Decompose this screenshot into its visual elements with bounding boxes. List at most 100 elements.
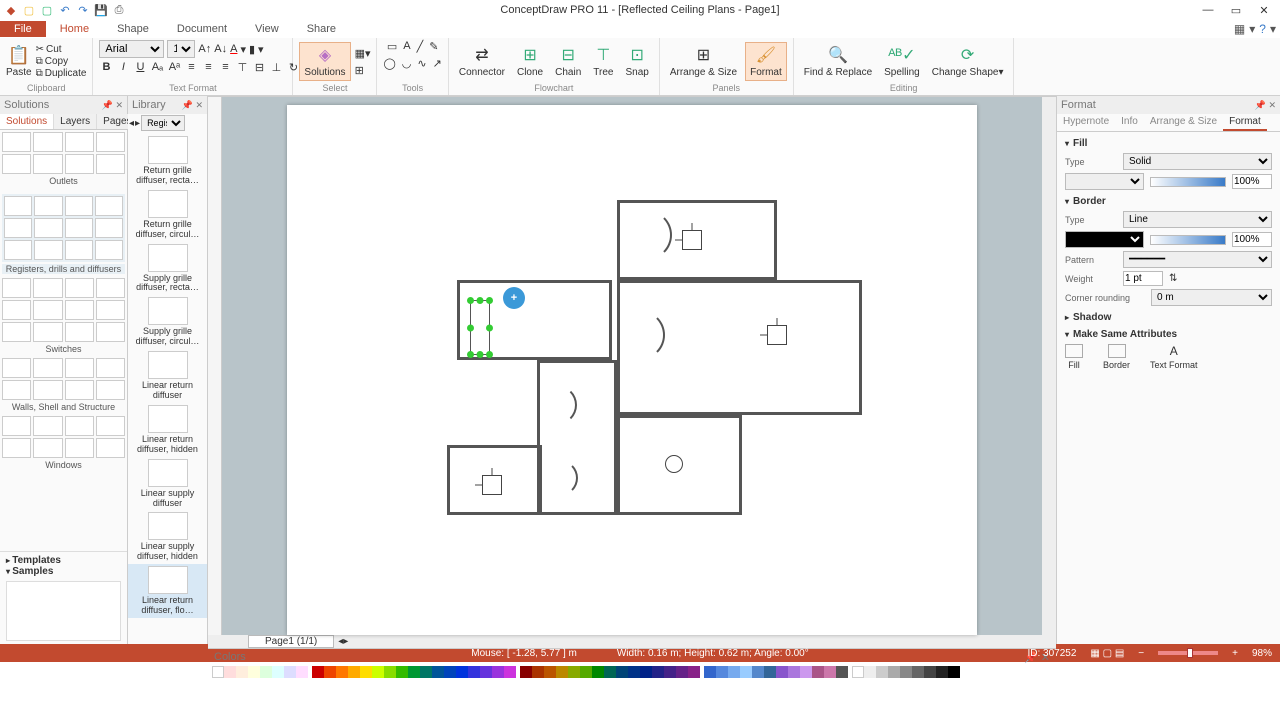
font-inc-icon[interactable]: A↑ (198, 43, 211, 55)
paste-button[interactable]: Paste (6, 67, 32, 78)
status-view-icons[interactable]: ▦ ▢ ▤ (1090, 648, 1124, 659)
arrange-size-button[interactable]: ⊞Arrange & Size (666, 43, 741, 80)
fmt-tab-format[interactable]: Format (1223, 114, 1267, 131)
drawing-page[interactable]: + (287, 105, 977, 635)
qat-new-icon[interactable]: ▢ (22, 3, 36, 17)
fill-color-select[interactable] (1065, 173, 1144, 190)
change-shape-button[interactable]: ⟳Change Shape▾ (928, 43, 1008, 80)
msa-text-button[interactable]: AText Format (1150, 344, 1198, 370)
highlight-icon[interactable]: ▮ (249, 43, 255, 56)
fill-opacity-slider[interactable] (1150, 177, 1227, 187)
connector-button[interactable]: ⇄Connector (455, 43, 509, 80)
tree-button[interactable]: ⊤Tree (589, 43, 617, 80)
diffuser-1[interactable] (682, 230, 702, 250)
lib-item-2[interactable]: Supply grille diffuser, recta… (128, 242, 207, 296)
copy-button[interactable]: ⧉Copy (36, 56, 87, 67)
solutions-tab-solutions[interactable]: Solutions (0, 114, 54, 129)
sample-thumb[interactable] (6, 581, 121, 641)
color-swatches[interactable] (208, 666, 1056, 678)
lib-item-0[interactable]: Return grille diffuser, recta… (128, 134, 207, 188)
underline-button[interactable]: U (133, 61, 147, 74)
select-menu-icon[interactable]: ▦▾ (355, 47, 371, 60)
tab-document[interactable]: Document (163, 21, 241, 37)
find-replace-button[interactable]: 🔍Find & Replace (800, 43, 876, 80)
shadow-section-header[interactable]: Shadow (1065, 312, 1272, 323)
italic-button[interactable]: I (116, 61, 130, 74)
msa-section-header[interactable]: Make Same Attributes (1065, 329, 1272, 340)
format-pin-icon[interactable]: 📌 ✕ (1255, 100, 1276, 111)
zoom-in-icon[interactable]: + (1232, 648, 1238, 659)
tab-view[interactable]: View (241, 21, 293, 37)
solutions-button[interactable]: ◈ Solutions (299, 42, 350, 81)
library-combo[interactable]: Regist… (141, 115, 185, 131)
help-icon[interactable]: ? (1259, 22, 1266, 36)
border-section-header[interactable]: Border (1065, 196, 1272, 207)
duplicate-button[interactable]: ⧉Duplicate (36, 68, 87, 79)
font-size-select[interactable]: 10 (167, 40, 195, 58)
font-name-select[interactable]: Arial (99, 40, 164, 58)
tab-home[interactable]: Home (46, 21, 103, 37)
solutions-templates[interactable]: Templates (6, 555, 121, 566)
msa-fill-button[interactable]: Fill (1065, 344, 1083, 370)
border-type-select[interactable]: Line (1123, 211, 1272, 228)
fill-opacity-input[interactable] (1232, 174, 1272, 189)
pin-icon[interactable]: 📌 ✕ (102, 100, 123, 111)
solutions-samples[interactable]: Samples (6, 566, 121, 577)
layout-icon[interactable]: ▦ (1234, 22, 1245, 36)
border-pattern-select[interactable]: ━━━━━━ (1123, 251, 1272, 268)
align-top-icon[interactable]: ⊤ (235, 61, 249, 74)
lib-item-1[interactable]: Return grille diffuser, circul… (128, 188, 207, 242)
pen-tool-icon[interactable]: ✎ (429, 40, 438, 53)
align-mid-icon[interactable]: ⊟ (252, 61, 266, 74)
weight-stepper-icon[interactable]: ⇅ (1169, 273, 1177, 284)
tab-share[interactable]: Share (293, 21, 350, 37)
stencil-grid-registers[interactable] (2, 194, 125, 262)
diffuser-2[interactable] (767, 325, 787, 345)
window-close-icon[interactable]: ✕ (1256, 4, 1272, 17)
page-nav-next-icon[interactable]: ▸ (343, 636, 348, 647)
qat-redo-icon[interactable]: ↷ (76, 3, 90, 17)
lib-prev-icon[interactable]: ◂ (129, 118, 134, 129)
msa-border-button[interactable]: Border (1103, 344, 1130, 370)
font-dec-icon[interactable]: A↓ (214, 43, 227, 55)
page-tab-1[interactable]: Page1 (1/1) (248, 635, 334, 648)
zoom-out-icon[interactable]: − (1138, 648, 1144, 659)
clone-button[interactable]: ⊞Clone (513, 43, 547, 80)
rect-tool-icon[interactable]: ▭ (387, 40, 397, 53)
tab-shape[interactable]: Shape (103, 21, 163, 37)
snap-button[interactable]: ⊡Snap (621, 43, 652, 80)
text-tool-icon[interactable]: A (403, 40, 410, 53)
border-opacity-input[interactable] (1232, 232, 1272, 247)
fill-type-select[interactable]: Solid (1123, 153, 1272, 170)
align-right-icon[interactable]: ≡ (218, 61, 232, 74)
border-weight-input[interactable] (1123, 271, 1163, 286)
border-corner-select[interactable]: 0 m (1151, 289, 1272, 306)
qat-undo-icon[interactable]: ↶ (58, 3, 72, 17)
selected-shape[interactable] (470, 300, 490, 355)
fill-section-header[interactable]: Fill (1065, 138, 1272, 149)
border-opacity-slider[interactable] (1150, 235, 1227, 245)
align-left-icon[interactable]: ≡ (184, 61, 198, 74)
bold-button[interactable]: B (99, 61, 113, 74)
arc-tool-icon[interactable]: ◡ (402, 57, 412, 70)
stencil-grid-walls[interactable] (2, 358, 125, 400)
lib-item-3[interactable]: Supply grille diffuser, circul… (128, 295, 207, 349)
fmt-tab-info[interactable]: Info (1115, 114, 1144, 131)
ellipse-tool-icon[interactable]: ◯ (383, 57, 395, 70)
font-color-icon[interactable]: A (230, 43, 237, 55)
stencil-grid-switches[interactable] (2, 278, 125, 342)
border-color-select[interactable] (1065, 231, 1144, 248)
lib-item-7[interactable]: Linear supply diffuser, hidden (128, 510, 207, 564)
select-all-icon[interactable]: ⊞ (355, 64, 371, 77)
diffuser-3[interactable] (482, 475, 502, 495)
curve-tool-icon[interactable]: ∿ (417, 57, 426, 70)
align-center-icon[interactable]: ≡ (201, 61, 215, 74)
lib-next-icon[interactable]: ▸ (135, 118, 140, 129)
add-shape-badge[interactable]: + (503, 287, 525, 309)
window-minimize-icon[interactable]: — (1200, 4, 1216, 17)
qat-save-icon[interactable]: 💾 (94, 3, 108, 17)
connector-tool-icon[interactable]: ↗ (433, 57, 442, 70)
paste-icon[interactable]: 📋 (8, 45, 30, 66)
align-bot-icon[interactable]: ⊥ (269, 61, 283, 74)
window-maximize-icon[interactable]: ▭ (1228, 4, 1244, 17)
